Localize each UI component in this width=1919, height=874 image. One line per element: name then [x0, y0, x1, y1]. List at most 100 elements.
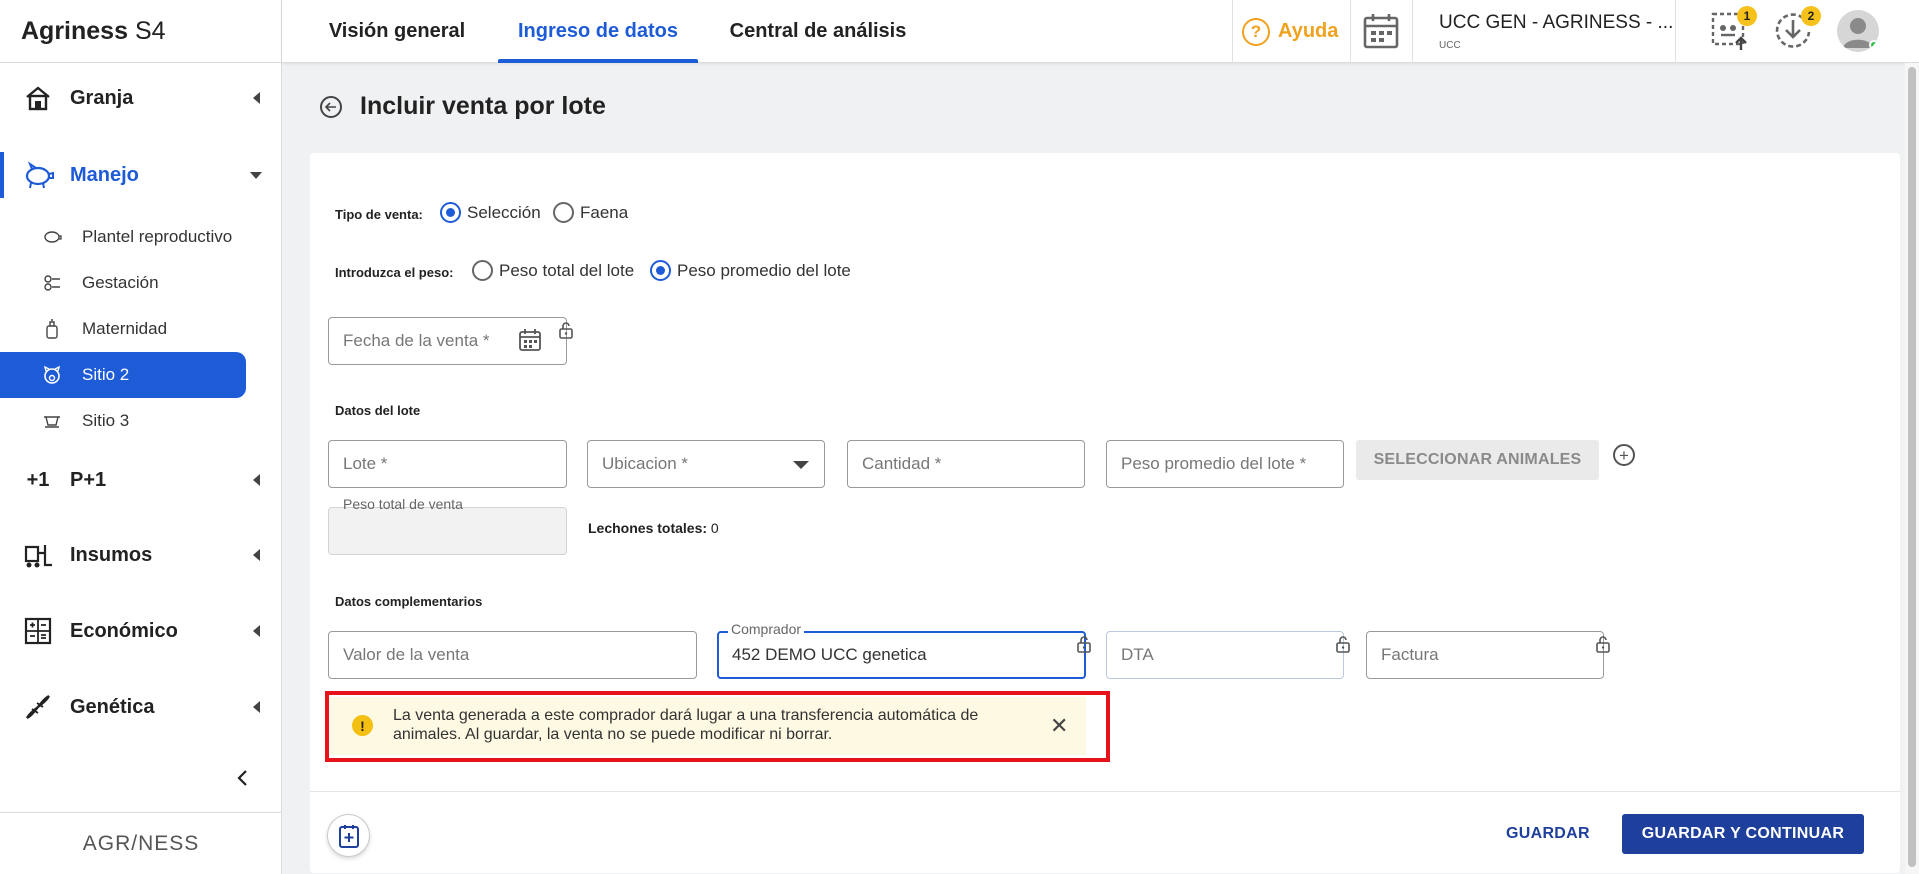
calendar-icon[interactable]	[518, 328, 542, 352]
piglet-icon	[42, 365, 62, 385]
active-indicator	[0, 152, 4, 198]
peso-total-venta-label: Peso total de venta	[343, 496, 463, 512]
radio-unselected-icon	[553, 202, 574, 223]
farm-subtitle: UCC	[1439, 40, 1461, 51]
avatar[interactable]	[1837, 10, 1879, 52]
sow-icon	[42, 227, 62, 247]
ubicacion-select[interactable]: Ubicacion *	[587, 440, 825, 488]
peso-label: Introduzca el peso:	[335, 265, 454, 280]
bottle-icon	[42, 319, 62, 339]
divider	[1675, 0, 1676, 63]
seleccionar-animales-button[interactable]: SELECCIONAR ANIMALES	[1356, 440, 1599, 480]
sidebar-item-manejo[interactable]: Manejo	[0, 152, 282, 198]
unlock-icon[interactable]	[1336, 635, 1350, 653]
radio-faena[interactable]: Faena	[553, 202, 628, 223]
help-icon: ?	[1242, 17, 1270, 46]
brand-name: Agriness	[21, 16, 128, 45]
sidebar-subitem-label: Sitio 3	[82, 411, 130, 430]
sale-form-card: Tipo de venta: Selección Faena Introduzc…	[310, 153, 1900, 873]
radio-peso-total[interactable]: Peso total del lote	[472, 260, 634, 281]
page-title: Incluir venta por lote	[360, 92, 606, 120]
sidebar: Agriness S4 Granja Manejo Plantel reprod…	[0, 0, 282, 874]
dta-input[interactable]	[1106, 631, 1344, 679]
peso-total-venta-field	[328, 507, 567, 555]
feeder-icon	[42, 411, 62, 431]
divider	[1412, 0, 1413, 63]
comprador-label: Comprador	[728, 621, 805, 637]
sidebar-subitem-label: Plantel reproductivo	[82, 227, 233, 246]
collapse-sidebar-button[interactable]	[232, 766, 252, 790]
clipboard-add-icon	[338, 824, 359, 848]
radio-seleccion[interactable]: Selección	[440, 202, 541, 223]
tasks-badge: 1	[1737, 6, 1757, 26]
tipo-venta-label: Tipo de venta:	[335, 207, 423, 222]
house-icon	[22, 82, 54, 114]
unlock-icon[interactable]	[1077, 635, 1091, 653]
scrollbar[interactable]	[1905, 63, 1919, 874]
downloads-button[interactable]: 2	[1773, 6, 1821, 52]
save-and-continue-button[interactable]: GUARDAR Y CONTINUAR	[1622, 814, 1864, 854]
sidebar-subitem-gestacion[interactable]: Gestación	[0, 260, 246, 306]
top-bar: Visión general Ingreso de datos Central …	[282, 0, 1919, 63]
peso-promedio-input[interactable]	[1106, 440, 1344, 488]
save-button[interactable]: GUARDAR	[1506, 814, 1590, 854]
footer-logo: AGR/NESS	[0, 812, 282, 874]
back-icon[interactable]	[320, 95, 342, 118]
divider	[1232, 0, 1233, 63]
lechones-value: 0	[710, 520, 719, 536]
tab-ingreso-de-datos[interactable]: Ingreso de datos	[498, 0, 698, 63]
lechones-label: Lechones totales:	[588, 520, 708, 536]
sidebar-item-genetica[interactable]: Genética	[0, 685, 282, 729]
caret-left-icon	[253, 549, 260, 561]
datos-lote-title: Datos del lote	[335, 403, 421, 418]
attach-document-button[interactable]	[327, 814, 370, 857]
valor-venta-input[interactable]	[328, 631, 697, 679]
sidebar-subitem-label: Gestación	[82, 273, 159, 292]
online-status-dot	[1869, 40, 1879, 50]
sidebar-item-label: Insumos	[70, 543, 153, 566]
cantidad-input[interactable]	[847, 440, 1085, 488]
farm-name: UCC GEN - AGRINESS - ...	[1439, 12, 1674, 33]
tasks-button[interactable]: 1	[1709, 6, 1757, 52]
scrollbar-thumb[interactable]	[1908, 67, 1916, 867]
sidebar-subitem-maternidad[interactable]: Maternidad	[0, 306, 246, 352]
sidebar-item-label: Económico	[70, 619, 178, 642]
sidebar-subitem-plantel[interactable]: Plantel reproductivo	[0, 214, 246, 260]
caret-down-icon	[250, 171, 262, 179]
radio-peso-promedio[interactable]: Peso promedio del lote	[650, 260, 851, 281]
divider	[1350, 0, 1351, 63]
help-button[interactable]: ? Ayuda	[1242, 0, 1338, 63]
datos-complementarios-title: Datos complementarios	[335, 594, 483, 609]
forklift-icon	[22, 539, 54, 571]
chevron-left-icon	[237, 770, 247, 786]
sidebar-item-insumos[interactable]: Insumos	[0, 533, 282, 577]
sidebar-subitem-label: Sitio 2	[82, 365, 130, 384]
brand-version: S4	[134, 16, 166, 45]
unlock-icon[interactable]	[559, 321, 573, 339]
radio-unselected-icon	[472, 260, 493, 281]
downloads-badge: 2	[1801, 6, 1821, 26]
radio-label: Selección	[467, 202, 541, 222]
radio-selected-icon	[650, 260, 671, 281]
sidebar-subitem-sitio2[interactable]: Sitio 2	[0, 352, 246, 398]
lote-input[interactable]	[328, 440, 567, 488]
calendar-icon[interactable]	[1362, 12, 1400, 50]
caret-left-icon	[253, 625, 260, 637]
sidebar-item-economico[interactable]: Económico	[0, 609, 282, 653]
app-brand[interactable]: Agriness S4	[0, 0, 281, 63]
factura-input[interactable]	[1366, 631, 1604, 679]
comprador-input[interactable]	[717, 631, 1086, 679]
plus-one-icon: +1	[26, 468, 50, 491]
farm-selector[interactable]: UCC GEN - AGRINESS - ... UCC	[1439, 12, 1673, 51]
unlock-icon[interactable]	[1596, 635, 1610, 653]
tab-vision-general[interactable]: Visión general	[324, 0, 470, 63]
divider	[310, 791, 1900, 792]
sidebar-item-p1[interactable]: +1 P+1	[0, 458, 282, 502]
tab-central-de-analisis[interactable]: Central de análisis	[724, 0, 912, 63]
radio-label: Faena	[580, 202, 629, 222]
sidebar-subitem-label: Maternidad	[82, 319, 168, 338]
highlight-frame	[325, 691, 1110, 762]
sidebar-item-granja[interactable]: Granja	[0, 76, 282, 120]
sidebar-subitem-sitio3[interactable]: Sitio 3	[0, 398, 246, 444]
add-circle-icon[interactable]: +	[1613, 444, 1635, 466]
